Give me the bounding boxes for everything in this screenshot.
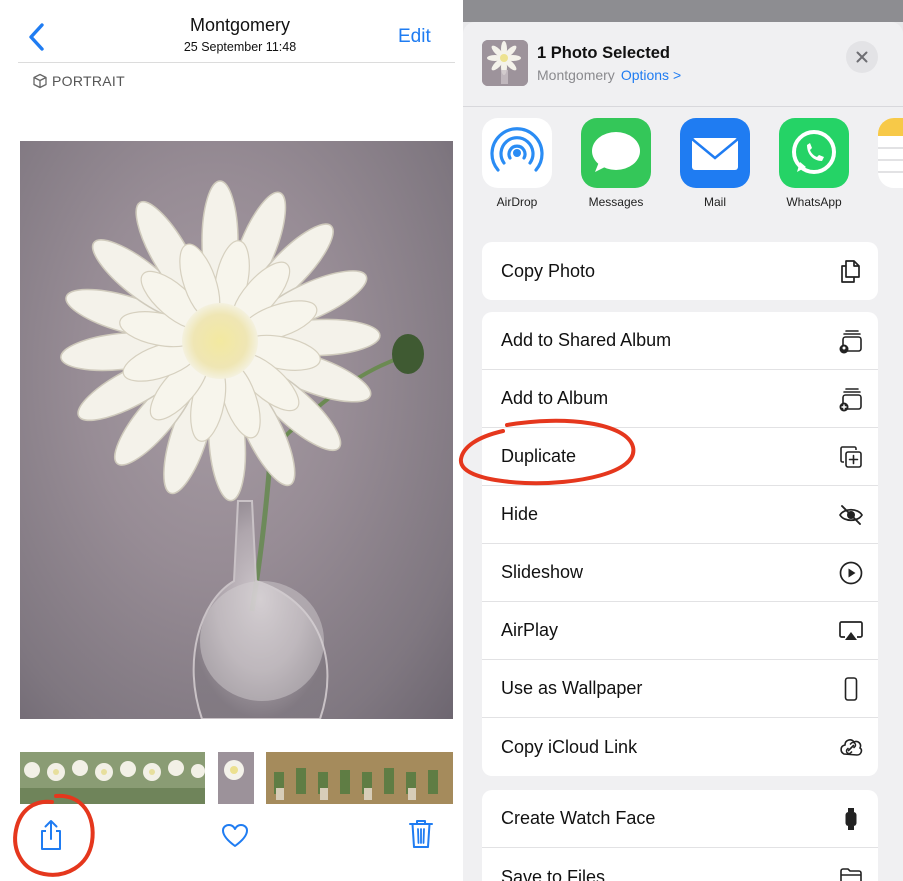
action-add-shared-album[interactable]: Add to Shared Album (482, 312, 878, 370)
app-mail[interactable]: Mail (672, 118, 752, 218)
photo-date: 25 September 11:48 (183, 40, 297, 54)
photo-title: Montgomery (189, 15, 291, 35)
app-whatsapp[interactable]: WhatsApp (771, 118, 851, 218)
action-copy-icloud-link[interactable]: Copy iCloud Link (482, 718, 878, 776)
watch-icon (845, 808, 857, 830)
album-name: Montgomery (537, 67, 615, 83)
action-label: Slideshow (501, 562, 584, 582)
app-messages[interactable]: Messages (573, 118, 653, 218)
portrait-badge[interactable]: PORTRAIT (32, 71, 125, 91)
action-airplay[interactable]: AirPlay (482, 602, 878, 660)
edit-button[interactable]: Edit (398, 26, 431, 48)
back-button[interactable] (26, 22, 48, 52)
main-photo[interactable] (20, 141, 453, 719)
nav-divider (18, 62, 455, 63)
action-label: Add to Album (501, 388, 609, 408)
share-button[interactable] (37, 818, 65, 852)
action-hide[interactable]: Hide (482, 486, 878, 544)
portrait-label: PORTRAIT (52, 73, 125, 89)
photo-viewer: Montgomery 25 September 11:48 Edit PORTR… (0, 0, 455, 881)
share-sheet: 1 Photo Selected Montgomery Options > Ai… (463, 22, 903, 881)
folder-icon (840, 868, 862, 881)
app-label-mail: Mail (703, 195, 726, 209)
action-group-copy: Copy Photo (482, 242, 878, 300)
action-label: Create Watch Face (501, 808, 656, 828)
dimmed-background (463, 0, 903, 22)
whatsapp-icon (779, 118, 849, 188)
action-label: AirPlay (501, 620, 559, 640)
action-slideshow[interactable]: Slideshow (482, 544, 878, 602)
cube-icon (33, 73, 47, 89)
thumbnail-strip-image (20, 752, 453, 804)
thumbnail-strip[interactable] (20, 752, 453, 804)
app-label-airdrop: AirDrop (496, 195, 538, 209)
shared-album-icon (839, 330, 862, 354)
action-duplicate[interactable]: Duplicate (482, 428, 878, 486)
options-link[interactable]: Options > (621, 67, 681, 83)
action-add-to-album[interactable]: Add to Album (482, 370, 878, 428)
notes-icon (878, 118, 903, 188)
delete-button[interactable] (408, 818, 434, 850)
action-group-more: Create Watch Face Save to Files (482, 790, 878, 881)
duplicate-icon (840, 446, 862, 468)
action-save-to-files[interactable]: Save to Files (482, 848, 878, 881)
action-label: Save to Files (501, 866, 606, 881)
play-circle-icon (839, 561, 863, 585)
messages-icon (581, 118, 651, 188)
app-label-whatsapp: WhatsApp (786, 195, 842, 209)
close-button[interactable] (846, 41, 878, 73)
copy-photo-icon (841, 260, 860, 283)
share-icon (41, 820, 61, 850)
airplay-icon (839, 621, 863, 640)
action-label: Use as Wallpaper (501, 678, 643, 698)
chevron-left-icon (29, 23, 44, 51)
header-divider (463, 106, 903, 107)
action-label: Add to Shared Album (501, 330, 672, 350)
selected-photo-thumbnail (482, 40, 528, 86)
action-label: Copy Photo (501, 260, 596, 281)
app-notes-partial[interactable] (870, 118, 903, 218)
eye-slash-icon (839, 505, 863, 525)
link-icon (840, 739, 863, 756)
action-use-as-wallpaper[interactable]: Use as Wallpaper (482, 660, 878, 718)
share-app-row: AirDrop Messages Mail WhatsApp (463, 118, 903, 218)
share-sheet-title: 1 Photo Selected (537, 44, 670, 62)
action-label: Copy iCloud Link (501, 736, 638, 757)
close-icon (856, 51, 868, 63)
heart-icon (222, 824, 248, 847)
add-album-icon (839, 388, 862, 412)
action-label: Hide (501, 504, 539, 524)
trash-icon (409, 820, 433, 848)
app-label-messages: Messages (588, 195, 644, 209)
phone-icon (844, 677, 858, 701)
favorite-button[interactable] (220, 822, 250, 850)
selected-photo-image (482, 40, 528, 86)
action-label: Duplicate (501, 446, 577, 466)
app-airdrop[interactable]: AirDrop (474, 118, 554, 218)
share-sheet-panel: 1 Photo Selected Montgomery Options > Ai… (463, 0, 903, 881)
mail-icon (680, 118, 750, 188)
action-create-watch-face[interactable]: Create Watch Face (482, 790, 878, 848)
action-copy-photo[interactable]: Copy Photo (482, 242, 878, 300)
action-group-main: Add to Shared Album Add to Album Duplica… (482, 312, 878, 776)
airdrop-icon (482, 118, 552, 188)
share-sheet-subtitle: Montgomery Options > (537, 67, 681, 83)
flower-photo-image (60, 180, 424, 719)
